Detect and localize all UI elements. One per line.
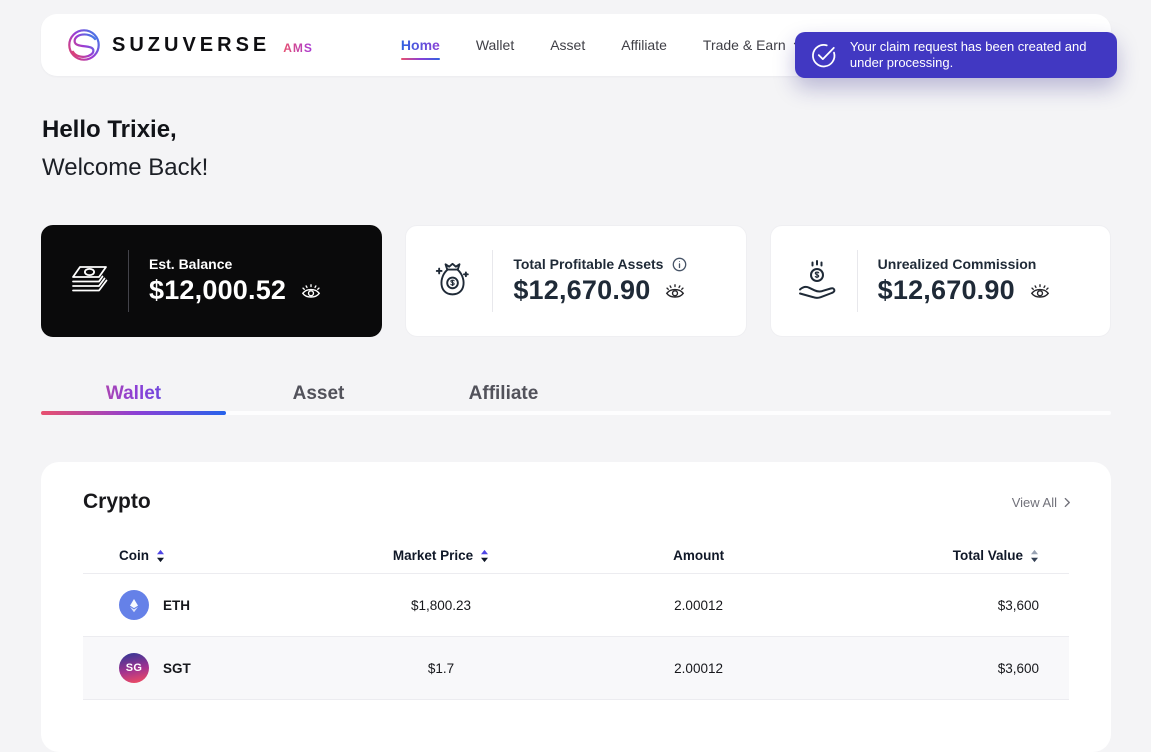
column-header-total-value[interactable]: Total Value	[855, 548, 1039, 563]
suzuverse-logo-icon	[67, 28, 101, 62]
total-value-cell: $3,600	[855, 598, 1039, 613]
eye-icon[interactable]	[1029, 282, 1051, 300]
total-value-cell: $3,600	[855, 661, 1039, 676]
toast-message: Your claim request has been created and …	[850, 39, 1105, 71]
sort-icon	[480, 549, 489, 563]
nav-item-home[interactable]: Home	[401, 37, 440, 53]
nav-item-label: Wallet	[476, 37, 514, 53]
section-tabs: Wallet Asset Affiliate	[41, 383, 596, 405]
stat-value: $12,670.90	[513, 275, 650, 306]
amount-cell: 2.00012	[542, 661, 855, 676]
card-divider	[492, 250, 493, 312]
card-divider	[128, 250, 129, 312]
total-profitable-assets-card: Total Profitable Assets $12,670.90	[405, 225, 746, 337]
column-label: Amount	[673, 548, 724, 563]
sgt-icon-text: SG	[126, 662, 143, 674]
table-header-row: Coin Market Price Amount Total Value	[83, 538, 1069, 574]
column-header-coin[interactable]: Coin	[119, 548, 340, 563]
coin-symbol: SGT	[163, 661, 191, 676]
crypto-table: Coin Market Price Amount Total Value	[83, 538, 1069, 700]
greeting: Hello Trixie, Welcome Back!	[42, 116, 208, 182]
sort-icon	[156, 549, 165, 563]
column-label: Total Value	[953, 548, 1023, 563]
crypto-header: Crypto View All	[41, 462, 1111, 538]
eye-icon[interactable]	[300, 282, 322, 300]
table-row-eth[interactable]: ETH $1,800.23 2.00012 $3,600	[83, 574, 1069, 637]
info-icon[interactable]	[672, 257, 687, 272]
view-all-label: View All	[1012, 495, 1057, 510]
nav-item-asset[interactable]: Asset	[550, 37, 585, 53]
nav-item-label: Home	[401, 37, 440, 53]
brand-name: SUZUVERSE	[112, 34, 270, 57]
est-balance-card: Est. Balance $12,000.52	[41, 225, 382, 337]
stat-value: $12,670.90	[878, 275, 1015, 306]
claim-status-toast[interactable]: Your claim request has been created and …	[795, 32, 1117, 78]
greeting-subtitle: Welcome Back!	[42, 154, 208, 182]
market-price-cell: $1,800.23	[340, 598, 542, 613]
stat-cards: Est. Balance $12,000.52	[41, 225, 1111, 337]
crypto-title: Crypto	[83, 490, 151, 514]
main-nav: Home Wallet Asset Affiliate Trade & Earn	[401, 37, 804, 53]
tab-asset[interactable]: Asset	[226, 383, 411, 405]
coin-symbol: ETH	[163, 598, 190, 613]
active-tab-underline	[41, 411, 226, 415]
check-circle-icon	[810, 42, 837, 69]
stat-label: Est. Balance	[149, 256, 232, 272]
eye-icon[interactable]	[664, 282, 686, 300]
table-row-sgt[interactable]: SG SGT $1.7 2.00012 $3,600	[83, 637, 1069, 700]
market-price-cell: $1.7	[340, 661, 542, 676]
stat-label: Total Profitable Assets	[513, 256, 663, 272]
brand[interactable]: SUZUVERSE AMS	[67, 28, 313, 62]
amount-cell: 2.00012	[542, 598, 855, 613]
tab-wallet[interactable]: Wallet	[41, 383, 226, 405]
money-bag-icon	[428, 260, 478, 302]
hand-coin-icon	[793, 260, 843, 302]
nav-item-trade-and-earn[interactable]: Trade & Earn	[703, 37, 804, 53]
tab-affiliate[interactable]: Affiliate	[411, 383, 596, 405]
sort-icon	[1030, 549, 1039, 563]
card-divider	[857, 250, 858, 312]
column-header-market-price[interactable]: Market Price	[340, 548, 542, 563]
stat-label: Unrealized Commission	[878, 256, 1037, 272]
nav-item-label: Trade & Earn	[703, 37, 786, 53]
money-stack-icon	[64, 265, 114, 297]
nav-item-label: Asset	[550, 37, 585, 53]
crypto-panel: Crypto View All Coin Market Price	[41, 462, 1111, 752]
eth-coin-icon	[119, 590, 149, 620]
nav-item-wallet[interactable]: Wallet	[476, 37, 514, 53]
column-label: Market Price	[393, 548, 473, 563]
nav-item-label: Affiliate	[621, 37, 667, 53]
unrealized-commission-card: Unrealized Commission $12,670.90	[770, 225, 1111, 337]
nav-item-affiliate[interactable]: Affiliate	[621, 37, 667, 53]
stat-value: $12,000.52	[149, 275, 286, 306]
column-header-amount[interactable]: Amount	[542, 548, 855, 563]
greeting-title: Hello Trixie,	[42, 116, 208, 144]
sgt-coin-icon: SG	[119, 653, 149, 683]
column-label: Coin	[119, 548, 149, 563]
view-all-button[interactable]: View All	[1012, 495, 1071, 510]
chevron-right-icon	[1064, 497, 1071, 508]
brand-suffix: AMS	[283, 41, 313, 55]
